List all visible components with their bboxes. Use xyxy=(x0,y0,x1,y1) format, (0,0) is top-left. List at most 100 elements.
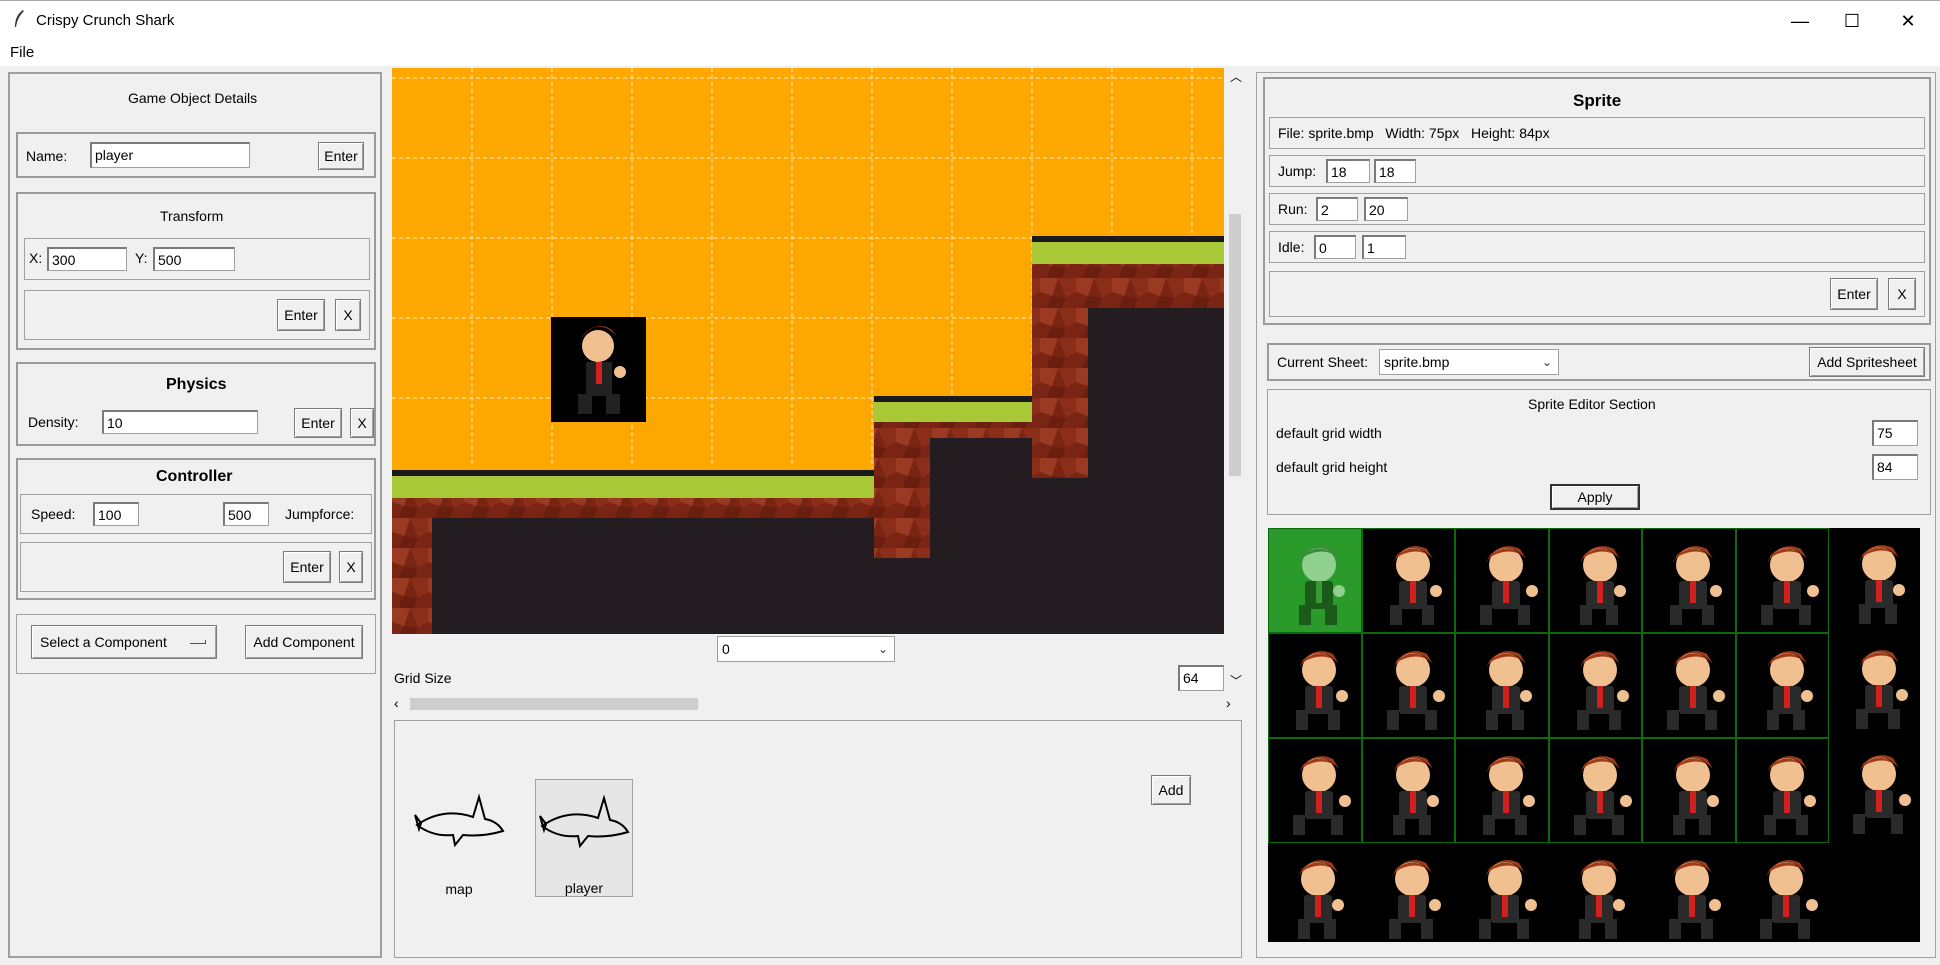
sprite-frame[interactable] xyxy=(1455,528,1549,633)
physics-section: Physics Density: 10 Enter X xyxy=(16,362,376,446)
sprite-frame[interactable] xyxy=(1736,843,1830,942)
character-sprite xyxy=(1298,860,1344,939)
sprite-frame[interactable] xyxy=(1829,528,1920,633)
density-input[interactable]: 10 xyxy=(102,410,258,434)
idle-end-input[interactable]: 1 xyxy=(1362,235,1406,259)
run-start-input[interactable]: 2 xyxy=(1316,197,1358,221)
character-sprite xyxy=(1667,651,1725,730)
run-end-input[interactable]: 20 xyxy=(1364,197,1408,221)
physics-enter-button[interactable]: Enter xyxy=(294,408,342,438)
jump-start-input[interactable]: 18 xyxy=(1326,159,1370,183)
sprite-frame[interactable] xyxy=(1268,528,1362,633)
y-input[interactable]: 500 xyxy=(153,247,235,271)
character-sprite xyxy=(1573,756,1632,835)
select-component-menu[interactable]: Select a Component xyxy=(31,625,217,659)
sprite-sheet-view[interactable] xyxy=(1268,528,1920,942)
sprite-frame[interactable] xyxy=(1549,843,1643,942)
maximize-button[interactable]: ☐ xyxy=(1824,1,1880,41)
character-sprite xyxy=(1299,546,1345,625)
scroll-down-icon[interactable]: ﹀ xyxy=(1230,672,1242,689)
sprite-frame[interactable] xyxy=(1361,738,1455,843)
sprite-frame[interactable] xyxy=(1735,633,1829,738)
character-sprite xyxy=(1486,651,1532,730)
y-label: Y: xyxy=(135,250,148,266)
character-sprite xyxy=(1576,651,1629,730)
add-asset-button[interactable]: Add xyxy=(1151,775,1191,805)
character-sprite xyxy=(1293,756,1351,835)
character-sprite xyxy=(1856,650,1908,729)
character-sprite xyxy=(1579,546,1626,625)
controller-remove-button[interactable]: X xyxy=(339,551,363,583)
x-input[interactable]: 300 xyxy=(47,247,127,271)
name-enter-button[interactable]: Enter xyxy=(318,142,364,170)
sprite-frame[interactable] xyxy=(1642,843,1736,942)
sprite-frame[interactable] xyxy=(1642,528,1736,633)
speed-label: Speed: xyxy=(31,506,76,522)
speed-input[interactable]: 100 xyxy=(93,502,139,526)
controller-section: Controller Speed: 100 500 Jumpforce: Ent… xyxy=(16,458,376,600)
character-sprite xyxy=(1763,756,1816,835)
sprite-frame[interactable] xyxy=(1829,738,1920,843)
sprite-frame[interactable] xyxy=(1735,528,1829,633)
scene-horizontal-scrollbar[interactable]: ‹ › xyxy=(392,695,1240,713)
layer-select[interactable]: 0 ⌄ xyxy=(717,636,895,662)
close-window-button[interactable]: ✕ xyxy=(1880,1,1936,41)
controller-enter-button[interactable]: Enter xyxy=(283,551,331,583)
grid-width-input[interactable]: 75 xyxy=(1872,420,1918,446)
physics-remove-button[interactable]: X xyxy=(350,408,374,438)
asset-map[interactable]: map xyxy=(411,783,507,903)
current-sheet-value: sprite.bmp xyxy=(1384,354,1450,370)
chevron-down-icon: ⌄ xyxy=(877,642,888,656)
asset-player[interactable]: player xyxy=(535,779,633,897)
name-row: Name: player Enter xyxy=(16,132,376,178)
grid-height-label: default grid height xyxy=(1276,459,1388,475)
current-sheet-row: Current Sheet: sprite.bmp ⌄ Add Spritesh… xyxy=(1267,343,1931,381)
add-component-button[interactable]: Add Component xyxy=(245,625,363,659)
scene-vertical-scrollbar[interactable]: ︿ ﹀ xyxy=(1226,68,1244,692)
grid-size-input[interactable]: 64 xyxy=(1178,665,1224,691)
sprite-frame[interactable] xyxy=(1455,633,1549,738)
sprite-frame[interactable] xyxy=(1455,843,1549,942)
idle-start-input[interactable]: 0 xyxy=(1314,235,1356,259)
name-input[interactable]: player xyxy=(90,142,250,168)
vertical-scroll-thumb[interactable] xyxy=(1229,214,1241,476)
menu-file[interactable]: File xyxy=(10,44,34,61)
jump-end-input[interactable]: 18 xyxy=(1374,159,1416,183)
sprite-remove-button[interactable]: X xyxy=(1888,278,1916,310)
sprite-frame[interactable] xyxy=(1548,738,1642,843)
jump-label: Jump: xyxy=(1278,163,1317,179)
sprite-frame[interactable] xyxy=(1361,633,1455,738)
transform-remove-button[interactable]: X xyxy=(335,299,361,331)
sprite-enter-button[interactable]: Enter xyxy=(1830,278,1878,310)
scroll-right-icon[interactable]: › xyxy=(1226,695,1231,711)
sprite-frame[interactable] xyxy=(1642,738,1736,843)
scene-canvas[interactable] xyxy=(392,68,1224,634)
sprite-frame[interactable] xyxy=(1829,633,1920,738)
transform-enter-button[interactable]: Enter xyxy=(277,299,325,331)
add-spritesheet-button[interactable]: Add Spritesheet xyxy=(1809,347,1925,377)
sprite-frame[interactable] xyxy=(1548,528,1642,633)
sprite-frame[interactable] xyxy=(1268,843,1362,942)
transform-section: Transform X: 300 Y: 500 Enter X xyxy=(16,192,376,350)
sprite-frame[interactable] xyxy=(1362,843,1456,942)
run-row: Run: 2 20 xyxy=(1269,193,1925,225)
sprite-frame[interactable] xyxy=(1268,633,1362,738)
sprite-frame[interactable] xyxy=(1455,738,1549,843)
controller-actions: Enter X xyxy=(20,542,372,592)
current-sheet-select[interactable]: sprite.bmp ⌄ xyxy=(1379,349,1559,375)
grid-height-input[interactable]: 84 xyxy=(1872,454,1918,480)
current-sheet-label: Current Sheet: xyxy=(1277,354,1369,370)
minimize-button[interactable]: — xyxy=(1772,1,1828,41)
layer-select-value: 0 xyxy=(722,641,730,657)
sprite-frame[interactable] xyxy=(1361,528,1455,633)
scroll-left-icon[interactable]: ‹ xyxy=(394,695,399,711)
jumpforce-input[interactable]: 500 xyxy=(223,502,269,526)
sprite-frame[interactable] xyxy=(1268,738,1362,843)
sprite-frame[interactable] xyxy=(1548,633,1642,738)
sprite-frame[interactable] xyxy=(1735,738,1829,843)
sprite-frame[interactable] xyxy=(1642,633,1736,738)
scroll-up-icon[interactable]: ︿ xyxy=(1230,68,1242,85)
horizontal-scroll-thumb[interactable] xyxy=(410,698,698,710)
character-sprite xyxy=(1766,651,1813,730)
apply-button[interactable]: Apply xyxy=(1550,484,1640,510)
